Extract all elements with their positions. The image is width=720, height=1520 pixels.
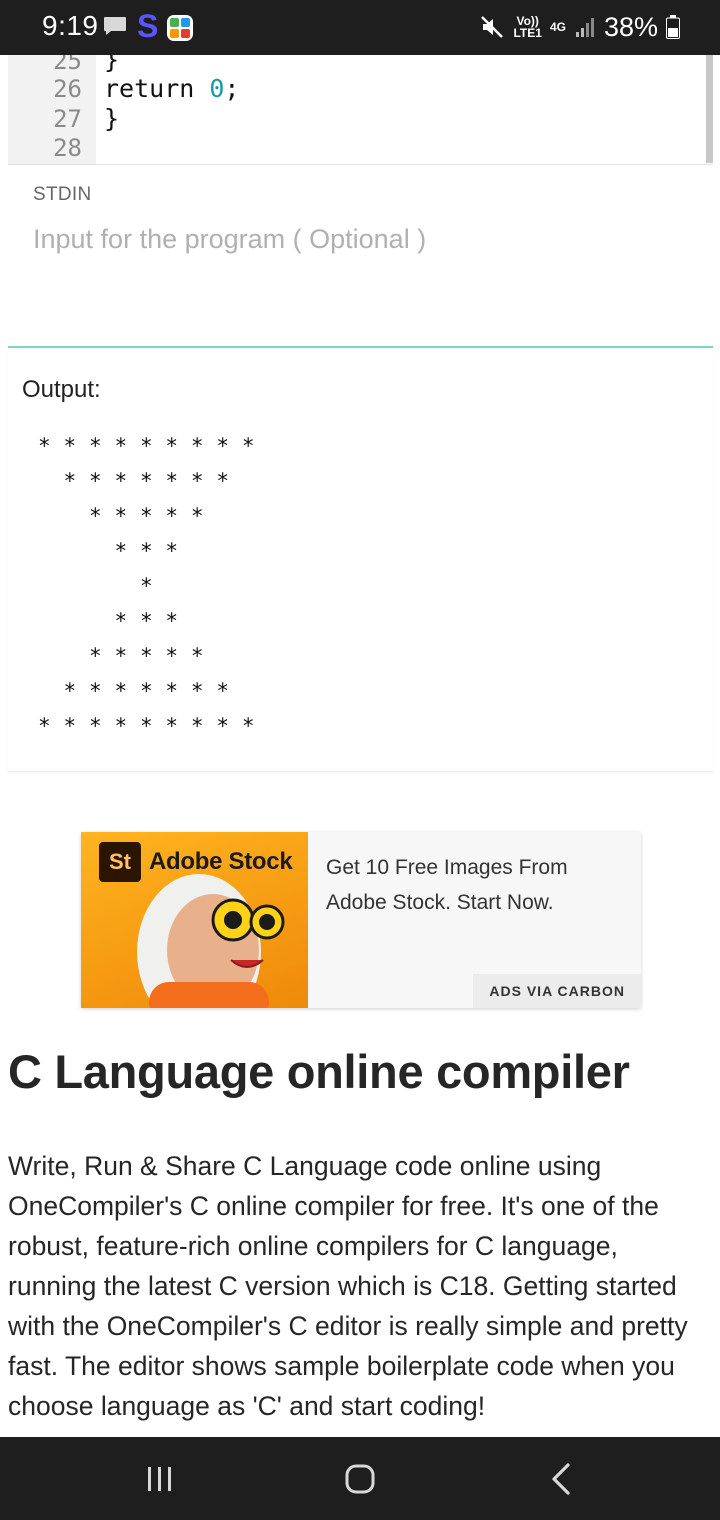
recent-apps-icon[interactable] (140, 1459, 180, 1499)
output-line: * (38, 574, 153, 598)
line-number: 26 (53, 75, 82, 103)
code-keyword: return (104, 74, 210, 103)
output-line: * * * (38, 539, 179, 563)
back-icon[interactable] (542, 1459, 582, 1499)
line-number-gutter: 25 26 27 28 (8, 55, 96, 164)
stdin-label: STDIN (33, 184, 92, 205)
ad-text-link[interactable]: Get 10 Free Images From Adobe Stock. Sta… (326, 850, 626, 920)
line-number: 25 (53, 55, 82, 75)
code-line[interactable]: } (104, 104, 119, 133)
output-line: * * * (38, 609, 179, 633)
clock: 9:19 (42, 10, 99, 41)
article-paragraph: Write, Run & Share C Language code onlin… (8, 1151, 688, 1421)
code-line[interactable]: } (104, 55, 119, 74)
line-number: 27 (53, 105, 82, 133)
home-icon[interactable] (340, 1459, 380, 1499)
battery-percent: 38% (603, 11, 658, 42)
volte-indicator: Vo)) LTE1 (513, 14, 542, 40)
output-line: * * * * * * * (38, 679, 230, 703)
line-number: 28 (53, 134, 82, 162)
network-type: 4G (549, 20, 566, 34)
status-indicators: Vo)) LTE1 4G 38% (479, 10, 680, 44)
output-label: Output: (22, 376, 101, 403)
code-editor[interactable]: 25 26 27 28 } return 0; } (8, 55, 713, 165)
code-number-literal: 0 (209, 74, 225, 103)
editor-scrollbar[interactable] (706, 55, 713, 163)
adobe-stock-brand: Adobe Stock (149, 848, 293, 875)
code-punctuation: ; (224, 74, 240, 103)
stdin-input[interactable] (33, 224, 693, 255)
output-line: * * * * * * * (38, 469, 230, 493)
ads-via-carbon-link[interactable]: ADS VIA CARBON (473, 974, 641, 1008)
output-line: * * * * * * * * * (38, 434, 255, 458)
status-bar: 9:19 S Vo)) LTE1 4G 38% (0, 0, 720, 55)
message-icon (104, 17, 126, 35)
code-line[interactable]: return 0; (104, 74, 239, 103)
signal-icon (575, 18, 594, 37)
adobe-stock-logo: St Adobe Stock (99, 842, 293, 882)
output-line: * * * * * (38, 644, 204, 668)
battery-icon (666, 15, 680, 39)
output-panel: Output: * * * * * * * * * * * * * * * * … (8, 350, 713, 772)
grid-app-icon (167, 15, 193, 41)
carbon-ad[interactable]: St Adobe Stock Get 10 Free Images From A… (81, 832, 641, 1008)
navigation-bar (0, 1437, 720, 1520)
s-app-icon: S (137, 8, 159, 44)
output-line: * * * * * (38, 504, 204, 528)
mute-icon (481, 16, 504, 38)
stdin-panel: STDIN (8, 166, 713, 348)
ad-image[interactable]: St Adobe Stock (81, 832, 308, 1008)
page-heading: C Language online compiler (8, 1045, 630, 1098)
output-line: * * * * * * * * * (38, 714, 255, 738)
adobe-stock-mark: St (99, 842, 141, 882)
